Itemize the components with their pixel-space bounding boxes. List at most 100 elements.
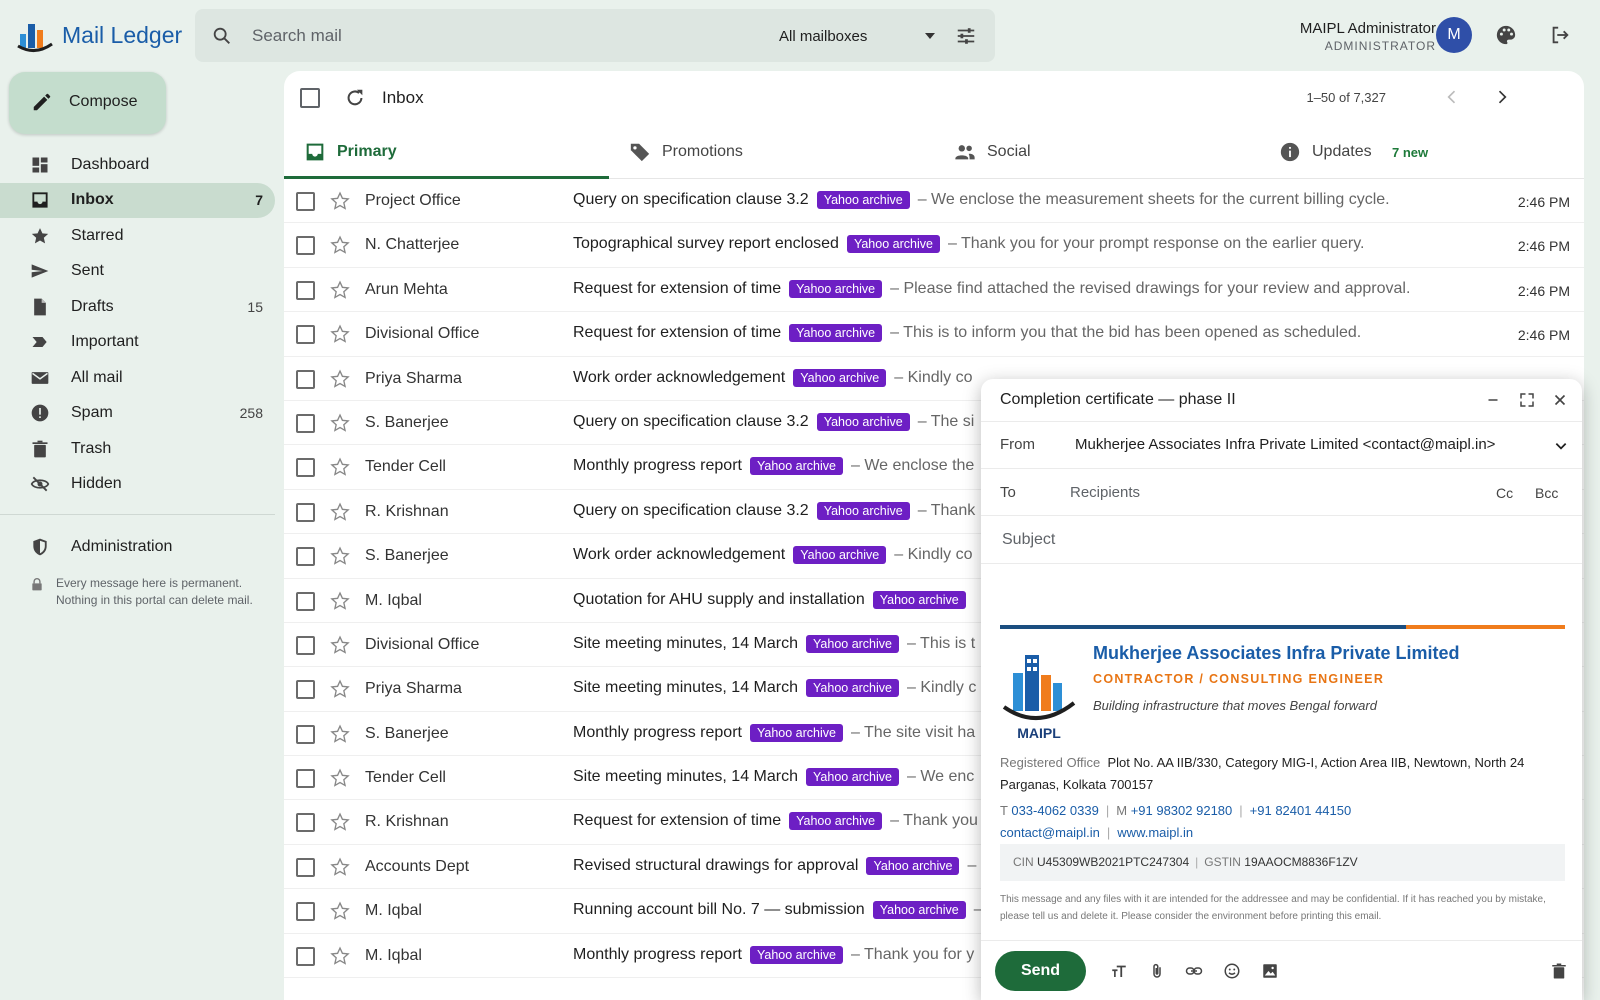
sidebar-item-spam[interactable]: Spam 258 [0,396,275,432]
star-outline-icon[interactable] [330,502,350,522]
row-checkbox[interactable] [296,946,315,966]
star-outline-icon[interactable] [330,369,350,389]
cc-button[interactable]: Cc [1496,485,1513,501]
row-checkbox[interactable] [296,724,315,744]
text-format-icon[interactable] [1110,962,1128,980]
sidebar-item-inbox[interactable]: Inbox 7 [0,182,275,218]
delete-draft-icon[interactable] [1550,962,1568,980]
star-outline-icon[interactable] [330,324,350,344]
row-checkbox[interactable] [296,591,315,611]
mailbox-select[interactable]: All mailboxes [779,28,867,45]
mobile-link-1[interactable]: +91 98302 92180 [1131,803,1233,818]
row-checkbox[interactable] [296,502,315,522]
tab-primary[interactable]: Primary [284,121,609,179]
star-outline-icon[interactable] [330,546,350,566]
row-checkbox[interactable] [296,813,315,833]
star-outline-icon[interactable] [330,191,350,211]
from-select[interactable]: Mukherjee Associates Infra Private Limit… [1075,436,1495,453]
star-outline-icon[interactable] [330,724,350,744]
sidebar-item-drafts[interactable]: Drafts 15 [0,289,275,325]
subject-row[interactable]: Subject [981,516,1582,564]
refresh-icon[interactable] [344,87,366,109]
sidebar-item-administration[interactable]: Administration [0,529,275,565]
row-checkbox[interactable] [296,280,315,300]
tab-updates[interactable]: Updates 7 new [1259,121,1584,179]
row-checkbox[interactable] [296,547,315,567]
subject-input[interactable]: Subject [1002,531,1055,549]
tab-social[interactable]: Social [934,121,1259,179]
sidebar-item-label: Starred [71,226,124,244]
sidebar-item-label: Inbox [71,191,114,209]
chevron-down-icon[interactable] [923,29,937,43]
star-outline-icon[interactable] [330,679,350,699]
row-checkbox[interactable] [296,458,315,478]
email-row[interactable]: Arun Mehta Request for extension of time… [284,268,1584,313]
image-icon[interactable] [1261,962,1279,980]
search-input[interactable]: Search mail [252,26,342,46]
tab-promotions[interactable]: Promotions [609,121,934,179]
search-bar[interactable]: Search mail All mailboxes [195,9,995,62]
sidebar-item-hidden[interactable]: Hidden [0,467,275,503]
emoji-icon[interactable] [1223,962,1241,980]
link-icon[interactable] [1185,962,1203,980]
star-outline-icon[interactable] [330,457,350,477]
email-content: Query on specification clause 3.2 Yahoo … [573,191,1390,209]
email-row[interactable]: Divisional Office Request for extension … [284,312,1584,357]
email-row[interactable]: Project Office Query on specification cl… [284,179,1584,224]
star-outline-icon[interactable] [330,768,350,788]
chevron-down-icon[interactable] [1554,439,1568,453]
chevron-left-icon[interactable] [1442,87,1462,107]
row-checkbox[interactable] [296,369,315,389]
row-checkbox[interactable] [296,769,315,789]
select-all-checkbox[interactable] [300,88,320,108]
sidebar-item-important[interactable]: Important [0,325,275,361]
close-icon[interactable] [1551,391,1569,409]
send-button[interactable]: Send [995,951,1086,991]
app-logo[interactable]: Mail Ledger [16,16,182,54]
to-row[interactable]: To Recipients Cc Bcc [981,469,1582,516]
label-chip: Yahoo archive [789,279,883,298]
star-outline-icon[interactable] [330,413,350,433]
row-checkbox[interactable] [296,236,315,256]
trash-icon [32,440,48,458]
expand-icon[interactable] [1518,391,1536,409]
logout-icon[interactable] [1549,24,1571,46]
bcc-button[interactable]: Bcc [1535,485,1558,501]
compose-button[interactable]: Compose [9,72,166,134]
star-outline-icon[interactable] [330,591,350,611]
star-outline-icon[interactable] [330,635,350,655]
row-checkbox[interactable] [296,413,315,433]
search-icon[interactable] [211,25,233,47]
mobile-link-2[interactable]: +91 82401 44150 [1250,803,1352,818]
sidebar-item-starred[interactable]: Starred [0,218,275,254]
chevron-right-icon[interactable] [1492,87,1512,107]
email-link[interactable]: contact@maipl.in [1000,825,1100,840]
star-outline-icon[interactable] [330,901,350,921]
sidebar-item-all-mail[interactable]: All mail [0,360,275,396]
row-checkbox[interactable] [296,192,315,211]
star-outline-icon[interactable] [330,946,350,966]
sidebar-item-sent[interactable]: Sent [0,254,275,290]
row-checkbox[interactable] [296,635,315,655]
minimize-icon[interactable] [1484,391,1502,409]
signature-role: CONTRACTOR / CONSULTING ENGINEER [1093,672,1385,686]
filter-options-icon[interactable] [955,25,977,47]
star-outline-icon[interactable] [330,235,350,255]
star-outline-icon[interactable] [330,857,350,877]
sidebar-item-dashboard[interactable]: Dashboard [0,147,275,183]
row-checkbox[interactable] [296,680,315,700]
website-link[interactable]: www.maipl.in [1117,825,1193,840]
star-outline-icon[interactable] [330,280,350,300]
email-row[interactable]: N. Chatterjee Topographical survey repor… [284,223,1584,268]
phone-link[interactable]: 033-4062 0339 [1011,803,1098,818]
row-checkbox[interactable] [296,857,315,877]
sidebar-item-trash[interactable]: Trash [0,431,275,467]
row-checkbox[interactable] [296,902,315,922]
palette-icon[interactable] [1495,24,1517,46]
from-row[interactable]: From Mukherjee Associates Infra Private … [981,422,1582,469]
attach-icon[interactable] [1148,962,1166,980]
avatar[interactable]: M [1436,17,1472,53]
recipients-input[interactable]: Recipients [1070,484,1140,501]
row-checkbox[interactable] [296,325,315,345]
star-outline-icon[interactable] [330,812,350,832]
